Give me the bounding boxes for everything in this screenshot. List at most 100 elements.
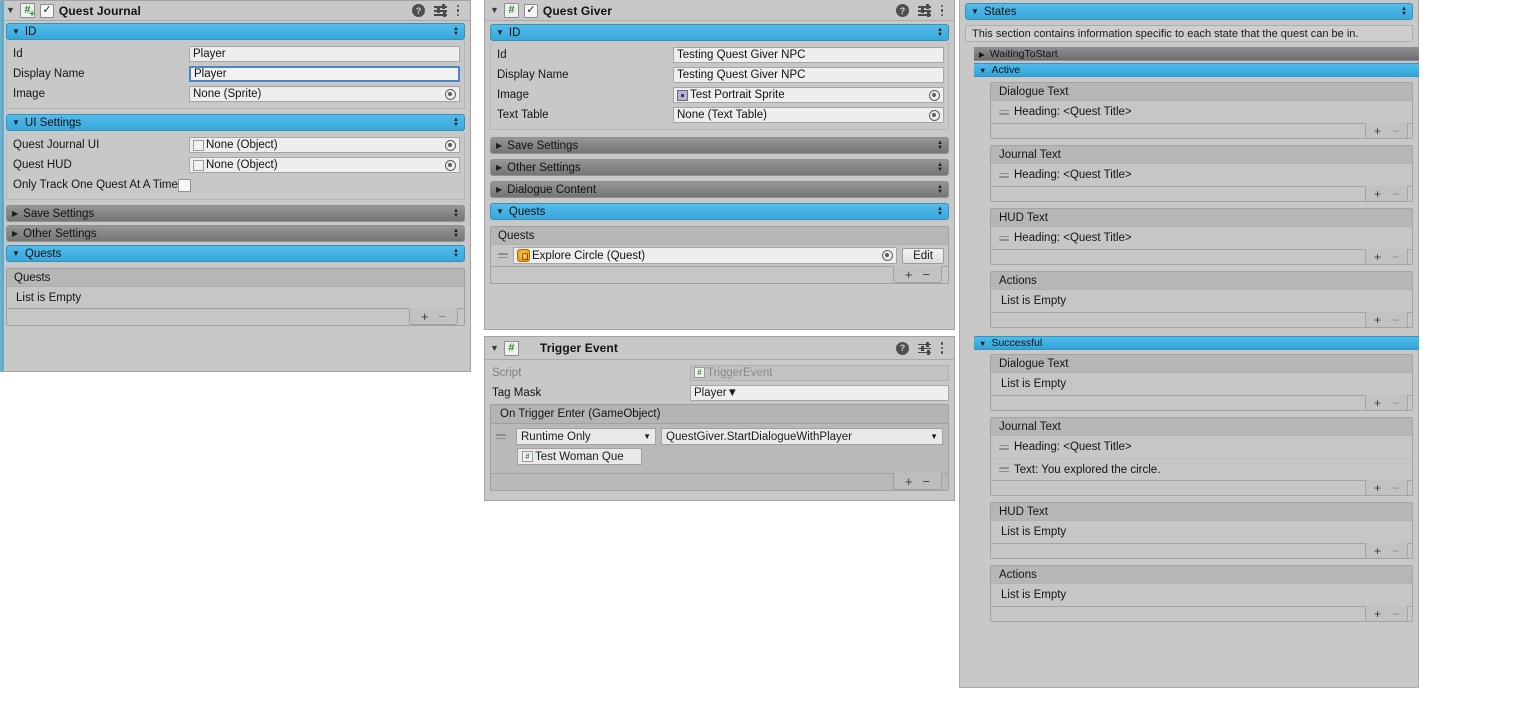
section-spinner-icon[interactable]: ▲ ▼ xyxy=(453,208,459,219)
dropdown-function[interactable]: QuestGiver.StartDialogueWithPlayer ▼ xyxy=(661,428,943,445)
input-id[interactable]: Player xyxy=(189,46,460,62)
add-item-button[interactable]: + xyxy=(1370,251,1385,263)
drag-handle-icon[interactable] xyxy=(496,434,506,439)
remove-item-button[interactable]: − xyxy=(1388,188,1403,200)
section-spinner-icon[interactable]: ▲ ▼ xyxy=(453,26,459,37)
objectfield-quest-hud[interactable]: None (Object) xyxy=(189,157,460,173)
component-enabled-checkbox[interactable]: ✓ xyxy=(39,3,54,18)
foldout-open-icon[interactable]: ▼ xyxy=(490,343,499,353)
kebab-menu-icon[interactable] xyxy=(940,4,944,17)
list-item[interactable]: Heading: <Quest Title> xyxy=(991,436,1412,458)
dropdown-tag-mask[interactable]: Player ▼ xyxy=(690,384,949,401)
drag-handle-icon[interactable] xyxy=(999,467,1009,472)
help-icon[interactable]: ? xyxy=(896,341,909,355)
component-enabled-checkbox[interactable]: ✓ xyxy=(523,3,538,18)
objectfield-qg-image[interactable]: Test Portrait Sprite xyxy=(673,87,944,103)
state-successful[interactable]: ▼ Successful xyxy=(974,336,1419,350)
edit-quest-button[interactable]: Edit xyxy=(902,247,944,264)
section-qg-other-settings[interactable]: ▶ Other Settings ▲ ▼ xyxy=(490,159,949,176)
section-other-settings[interactable]: ▶ Other Settings ▲ ▼ xyxy=(6,225,465,242)
section-quests[interactable]: ▼ Quests ▲ ▼ xyxy=(6,245,465,262)
preset-icon[interactable] xyxy=(918,341,931,355)
objectfield-event-target[interactable]: # Test Woman Que xyxy=(517,448,642,465)
remove-quest-button[interactable]: − xyxy=(434,310,450,323)
section-spinner-icon[interactable]: ▲ ▼ xyxy=(1401,6,1407,17)
object-picker-icon[interactable] xyxy=(445,139,456,151)
section-spinner-icon[interactable]: ▲ ▼ xyxy=(937,162,943,173)
object-picker-icon[interactable] xyxy=(445,88,456,100)
checkbox-only-track-one-quest[interactable] xyxy=(177,178,191,192)
list-item[interactable]: Explore Circle (Quest) Edit xyxy=(491,245,948,266)
state-active[interactable]: ▼ Active xyxy=(974,63,1419,77)
add-quest-button[interactable]: + xyxy=(417,310,433,323)
trigger-event-header[interactable]: ▼ # Trigger Event ? xyxy=(485,337,954,360)
remove-item-button[interactable]: − xyxy=(1388,397,1403,409)
section-states[interactable]: ▼ States ▲ ▼ xyxy=(965,3,1413,20)
drag-handle-icon[interactable] xyxy=(999,172,1009,178)
add-item-button[interactable]: + xyxy=(1370,314,1385,326)
objectfield-qg-text-table[interactable]: None (Text Table) xyxy=(673,107,944,123)
add-quest-button[interactable]: + xyxy=(901,268,917,281)
trigger-event-panel: ▼ # Trigger Event ? Script # TriggerEven… xyxy=(484,336,955,501)
preset-icon[interactable] xyxy=(434,4,447,17)
remove-item-button[interactable]: − xyxy=(1388,125,1403,137)
object-picker-icon[interactable] xyxy=(929,109,940,121)
remove-item-button[interactable]: − xyxy=(1388,545,1403,557)
objectfield-image[interactable]: None (Sprite) xyxy=(189,86,460,102)
section-spinner-icon[interactable]: ▲ ▼ xyxy=(937,206,943,217)
remove-listener-button[interactable]: − xyxy=(918,475,934,488)
object-picker-icon[interactable] xyxy=(882,250,893,261)
foldout-open-icon[interactable]: ▼ xyxy=(490,6,499,15)
drag-handle-icon[interactable] xyxy=(498,253,508,258)
section-qg-quests[interactable]: ▼ Quests ▲ ▼ xyxy=(490,203,949,220)
drag-handle-icon[interactable] xyxy=(999,444,1009,450)
remove-item-button[interactable]: − xyxy=(1388,608,1403,620)
add-item-button[interactable]: + xyxy=(1370,545,1385,557)
section-save-settings[interactable]: ▶ Save Settings ▲ ▼ xyxy=(6,205,465,222)
input-qg-display-name[interactable]: Testing Quest Giver NPC xyxy=(673,67,944,83)
drag-handle-icon[interactable] xyxy=(999,235,1009,241)
help-icon[interactable]: ? xyxy=(896,4,909,17)
help-icon[interactable]: ? xyxy=(412,4,425,17)
section-spinner-icon[interactable]: ▲ ▼ xyxy=(453,248,459,259)
foldout-open-icon[interactable]: ▼ xyxy=(6,6,15,15)
add-item-button[interactable]: + xyxy=(1370,608,1385,620)
remove-item-button[interactable]: − xyxy=(1388,251,1403,263)
add-item-button[interactable]: + xyxy=(1370,397,1385,409)
section-qg-dialogue-content[interactable]: ▶ Dialogue Content ▲ ▼ xyxy=(490,181,949,198)
object-picker-icon[interactable] xyxy=(929,89,940,101)
remove-quest-button[interactable]: − xyxy=(918,268,934,281)
list-item[interactable]: Text: You explored the circle. xyxy=(991,458,1412,480)
input-display-name[interactable]: Player xyxy=(189,66,460,82)
kebab-menu-icon[interactable] xyxy=(940,342,944,354)
section-spinner-icon[interactable]: ▲ ▼ xyxy=(937,140,943,151)
object-picker-icon[interactable] xyxy=(445,159,456,171)
section-spinner-icon[interactable]: ▲ ▼ xyxy=(937,27,943,38)
objectfield-quest-asset[interactable]: Explore Circle (Quest) xyxy=(513,247,897,264)
section-spinner-icon[interactable]: ▲ ▼ xyxy=(937,184,943,195)
section-id[interactable]: ▼ ID ▲ ▼ xyxy=(6,23,465,40)
add-item-button[interactable]: + xyxy=(1370,188,1385,200)
kebab-menu-icon[interactable] xyxy=(456,4,460,17)
input-qg-id[interactable]: Testing Quest Giver NPC xyxy=(673,47,944,63)
dropdown-callback-state[interactable]: Runtime Only ▼ xyxy=(516,428,656,445)
drag-handle-icon[interactable] xyxy=(999,109,1009,115)
section-spinner-icon[interactable]: ▲ ▼ xyxy=(453,117,459,128)
quest-journal-header[interactable]: ▼ # ✓ Quest Journal ? xyxy=(1,1,470,21)
add-item-button[interactable]: + xyxy=(1370,125,1385,137)
section-spinner-icon[interactable]: ▲ ▼ xyxy=(453,228,459,239)
remove-item-button[interactable]: − xyxy=(1388,314,1403,326)
section-qg-save-settings[interactable]: ▶ Save Settings ▲ ▼ xyxy=(490,137,949,154)
objectfield-quest-journal-ui[interactable]: None (Object) xyxy=(189,137,460,153)
section-qg-id[interactable]: ▼ ID ▲ ▼ xyxy=(490,24,949,41)
section-ui-settings[interactable]: ▼ UI Settings ▲ ▼ xyxy=(6,114,465,131)
state-waitingtostart[interactable]: ▶ WaitingToStart xyxy=(974,47,1419,61)
quest-giver-header[interactable]: ▼ # ✓ Quest Giver ? xyxy=(485,0,954,21)
list-item[interactable]: Heading: <Quest Title> xyxy=(991,164,1412,186)
add-listener-button[interactable]: + xyxy=(901,475,917,488)
remove-item-button[interactable]: − xyxy=(1388,482,1403,494)
preset-icon[interactable] xyxy=(918,4,931,17)
list-item[interactable]: Heading: <Quest Title> xyxy=(991,101,1412,123)
list-item[interactable]: Heading: <Quest Title> xyxy=(991,227,1412,249)
add-item-button[interactable]: + xyxy=(1370,482,1385,494)
